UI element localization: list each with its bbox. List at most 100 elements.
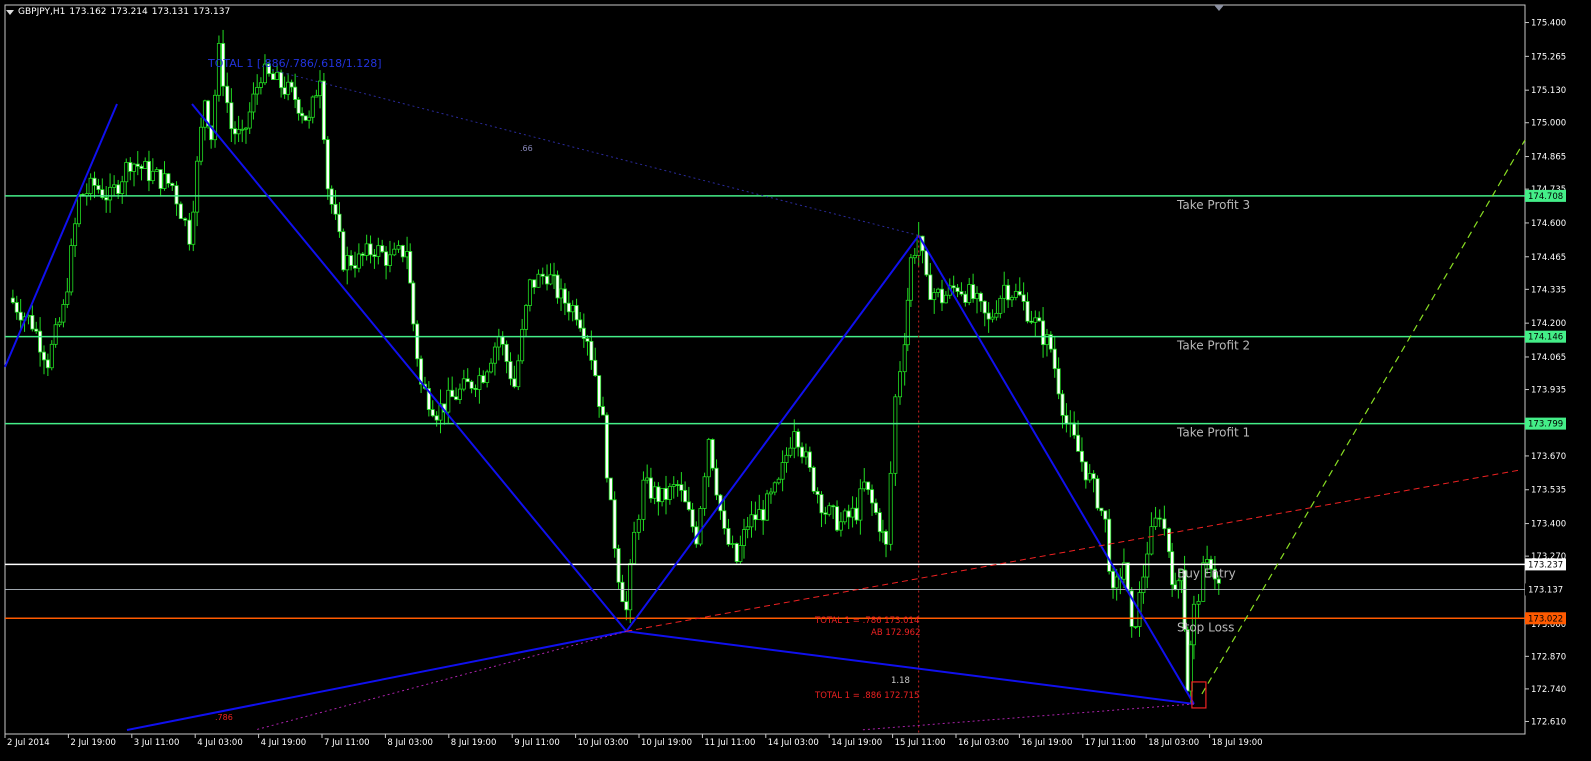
candle-body: [158, 169, 163, 189]
pattern-leg-xb: [126, 630, 627, 731]
candle-body: [380, 245, 385, 253]
candle-body: [108, 186, 113, 201]
candle-body: [566, 302, 571, 313]
candle-body: [706, 439, 711, 478]
candle-body: [49, 343, 54, 369]
candle-body: [819, 494, 824, 514]
candle-body: [974, 292, 979, 300]
candle-body: [504, 343, 509, 362]
candle-body: [150, 170, 155, 182]
candle-body: [1009, 297, 1014, 301]
open-price: 173.162: [69, 7, 107, 17]
candle-body: [166, 173, 171, 184]
candle-body: [994, 312, 999, 318]
candle-body: [589, 340, 594, 361]
candle-body: [656, 486, 661, 503]
candle-body: [527, 279, 532, 306]
candle-body: [1099, 507, 1104, 512]
candle-body: [730, 543, 735, 545]
candle-body: [940, 288, 945, 304]
candle-body: [532, 279, 537, 288]
candle-body: [325, 139, 330, 190]
y-tick-label: 173.670: [1531, 452, 1566, 462]
candle-body: [337, 213, 342, 233]
candle-body: [112, 184, 117, 188]
candle-body: [73, 223, 78, 247]
candle-body: [1041, 320, 1046, 346]
candle-body: [585, 338, 590, 342]
candle-body: [275, 71, 280, 80]
candle-body: [714, 467, 719, 496]
y-tick-label: 174.600: [1531, 219, 1566, 229]
candle-body: [372, 254, 377, 257]
candle-body: [45, 359, 50, 369]
candle-body: [753, 514, 758, 521]
candle-body: [928, 274, 933, 301]
candle-body: [174, 185, 179, 205]
candle-body: [862, 481, 867, 490]
y-tick-label: 174.065: [1531, 353, 1566, 363]
pattern-leg-pre: [4, 103, 118, 368]
candle-body: [835, 506, 840, 531]
candle-body: [461, 378, 466, 390]
candle-body: [258, 82, 263, 88]
candle-body: [430, 409, 435, 417]
candle-body: [1167, 528, 1172, 553]
candle-body: [296, 99, 301, 114]
candle-body: [683, 489, 688, 503]
fib-level-label: TOTAL 1 = .886 172.715: [814, 691, 919, 701]
chart-menu-icon[interactable]: [6, 9, 14, 15]
candle-body: [884, 530, 889, 545]
chart-shift-icon[interactable]: [1214, 5, 1224, 11]
candle-body: [803, 451, 808, 458]
candle-body: [888, 472, 893, 545]
candle-body: [734, 543, 739, 562]
candle-body: [293, 86, 298, 100]
candle-body: [57, 321, 62, 326]
candle-body: [477, 375, 482, 390]
candle-body: [450, 389, 455, 398]
fib-level-label: TOTAL 1 = .786 173.014: [814, 616, 919, 626]
chart-header: GBPJPY,H1 173.162 173.214 173.131 173.13…: [6, 6, 234, 18]
ratio-label: 1.18: [891, 676, 910, 686]
candle-body: [251, 93, 256, 113]
x-tick-label: 11 Jul 11:00: [704, 738, 755, 748]
candle-body: [310, 96, 315, 118]
candle-body: [349, 255, 354, 266]
candle-body: [943, 294, 948, 304]
candle-body: [698, 508, 703, 545]
candle-body: [838, 521, 843, 531]
candle-body: [679, 484, 684, 491]
candle-body: [710, 439, 715, 469]
candle-body: [524, 305, 529, 330]
candle-body: [842, 510, 847, 523]
x-tick-label: 15 Jul 11:00: [895, 738, 946, 748]
candle-body: [232, 128, 237, 135]
candle-body: [636, 518, 641, 533]
candle-body: [1095, 478, 1100, 509]
ratio-label: .66: [520, 144, 533, 153]
candle-body: [620, 581, 625, 603]
close-price: 173.137: [192, 7, 231, 17]
level-price-label: 173.799: [1528, 420, 1563, 430]
candle-body: [912, 254, 917, 259]
candle-body: [364, 243, 369, 256]
candle-body: [552, 274, 557, 277]
d-point-box: [1191, 681, 1207, 709]
candle-body: [788, 447, 793, 456]
candle-body: [660, 487, 665, 503]
candle-body: [411, 282, 416, 325]
candle-body: [104, 197, 109, 201]
candle-body: [496, 336, 501, 348]
candle-body: [146, 161, 151, 182]
candle-body: [341, 231, 346, 271]
candle-body: [1205, 559, 1210, 564]
y-tick-label: 173.935: [1531, 386, 1566, 396]
candle-body: [178, 203, 183, 220]
y-tick-label: 175.265: [1531, 52, 1566, 62]
candle-body: [800, 446, 805, 458]
candle-body: [873, 502, 878, 514]
x-tick-label: 8 Jul 19:00: [451, 738, 497, 748]
candle-body: [768, 491, 773, 495]
candle-body: [726, 528, 731, 545]
